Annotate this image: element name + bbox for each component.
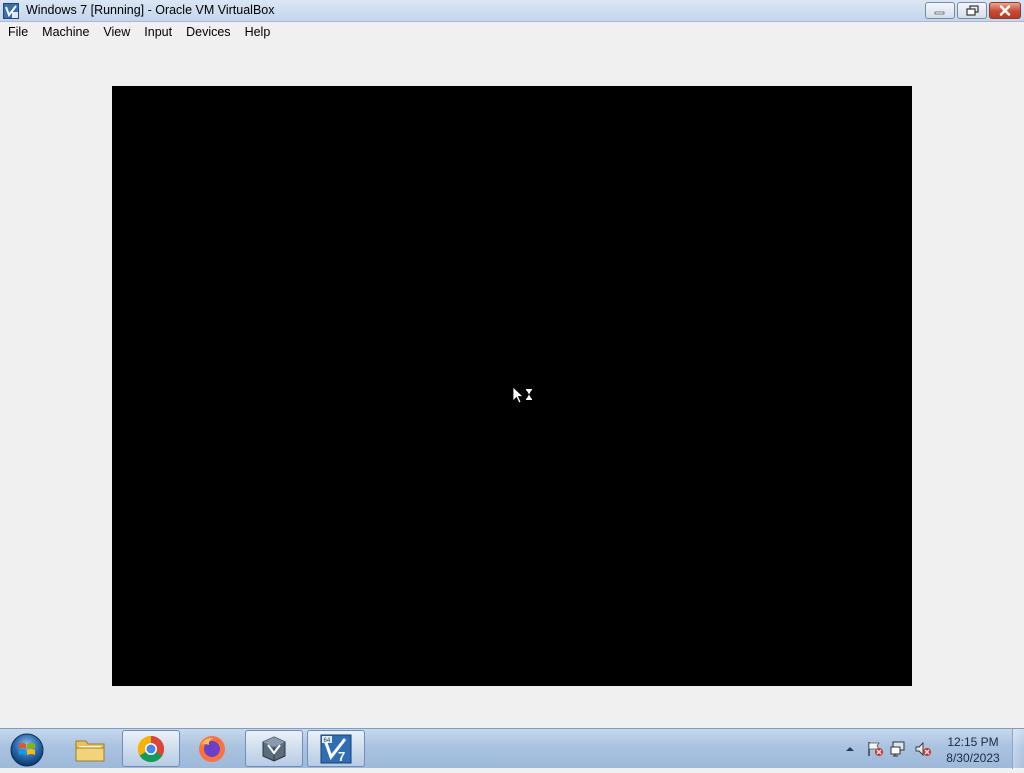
title-bar[interactable]: Windows 7 [Running] - Oracle VM VirtualB…	[0, 0, 1024, 22]
menu-devices[interactable]: Devices	[179, 22, 237, 43]
window-title: Windows 7 [Running] - Oracle VM VirtualB…	[26, 3, 275, 17]
show-desktop-button[interactable]	[1012, 729, 1024, 769]
virtualbox-icon	[262, 735, 286, 762]
menu-view[interactable]: View	[96, 22, 137, 43]
menu-input[interactable]: Input	[137, 22, 179, 43]
svg-text:64: 64	[324, 738, 331, 744]
busy-cursor-icon	[512, 386, 532, 404]
folder-icon	[75, 740, 105, 761]
menu-bar: File Machine View Input Devices Help	[0, 22, 1024, 43]
clock-date: 8/30/2023	[946, 751, 1000, 765]
minimize-button[interactable]	[925, 2, 955, 19]
restore-button[interactable]	[957, 2, 987, 19]
action-center-flag-icon[interactable]	[866, 741, 884, 757]
menu-file[interactable]: File	[0, 22, 35, 43]
virtualbox-icon	[3, 3, 19, 19]
close-button[interactable]	[989, 2, 1021, 19]
start-button[interactable]	[6, 730, 46, 768]
taskbar-firefox-button[interactable]	[183, 730, 241, 767]
menu-machine[interactable]: Machine	[35, 22, 96, 43]
menu-help[interactable]: Help	[238, 22, 278, 43]
chrome-icon	[137, 735, 165, 762]
taskbar-chrome-button[interactable]	[122, 730, 180, 767]
minimize-icon	[934, 11, 945, 14]
system-clock[interactable]: 12:15 PM 8/30/2023	[942, 734, 1004, 766]
taskbar-virtualbox-button[interactable]	[245, 730, 303, 767]
clock-time: 12:15 PM	[947, 735, 999, 749]
close-icon	[999, 5, 1011, 16]
start-orb-icon	[10, 733, 44, 767]
vm-screen[interactable]	[112, 86, 912, 686]
svg-text:7: 7	[338, 749, 345, 764]
volume-muted-icon[interactable]	[914, 741, 932, 757]
restore-icon	[965, 5, 979, 16]
windows7-vm-icon: 64 7	[320, 734, 352, 764]
taskbar: 64 7 12:15 PM 8/30/2023	[0, 728, 1024, 769]
firefox-icon	[199, 735, 225, 762]
show-hidden-icons-arrow[interactable]	[845, 744, 855, 754]
network-icon[interactable]	[890, 741, 908, 757]
taskbar-explorer-button[interactable]	[61, 730, 119, 767]
taskbar-windows7-vm-button[interactable]: 64 7	[307, 730, 365, 767]
